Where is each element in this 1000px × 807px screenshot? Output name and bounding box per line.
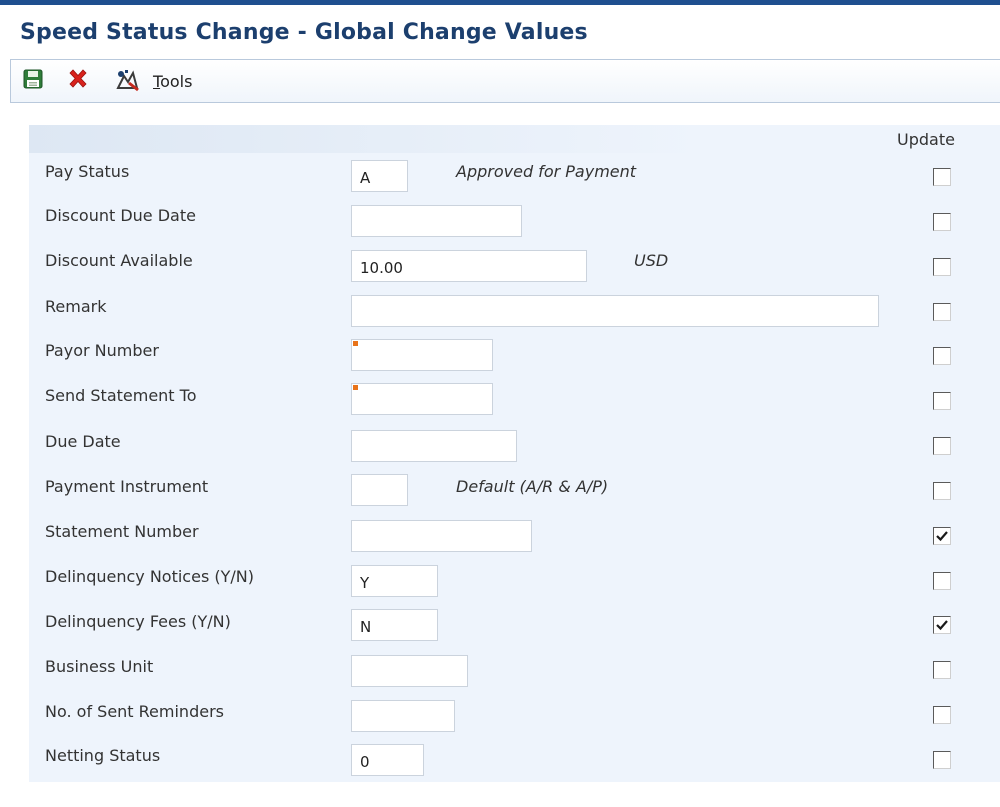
checkmark-icon (936, 531, 948, 542)
discount-due-date-update-checkbox[interactable] (933, 213, 951, 231)
toolbar: Tools (10, 59, 1000, 103)
sent-reminders-label: No. of Sent Reminders (45, 702, 224, 721)
window-top-border (0, 0, 1000, 5)
panel-header-bar (29, 125, 1000, 153)
due-date-update-checkbox[interactable] (933, 437, 951, 455)
delinquency-fees-input[interactable] (351, 609, 438, 641)
payment-instrument-input[interactable] (351, 474, 408, 506)
remark-input[interactable] (351, 295, 879, 327)
pay-status-label: Pay Status (45, 162, 130, 181)
tools-menu[interactable]: Tools (153, 72, 192, 91)
business-unit-label: Business Unit (45, 657, 154, 676)
payor-number-update-checkbox[interactable] (933, 347, 951, 365)
payment-instrument-update-checkbox[interactable] (933, 482, 951, 500)
due-date-label: Due Date (45, 432, 121, 451)
save-icon[interactable] (22, 68, 46, 92)
delinquency-fees-label: Delinquency Fees (Y/N) (45, 612, 231, 631)
pay-status-description: Approved for Payment (456, 162, 637, 181)
cancel-icon[interactable] (67, 68, 91, 92)
payment-instrument-description: Default (A/R & A/P) (456, 477, 609, 496)
payment-instrument-label: Payment Instrument (45, 477, 209, 496)
required-field-marker (353, 385, 358, 390)
discount-due-date-label: Discount Due Date (45, 206, 196, 225)
netting-status-update-checkbox[interactable] (933, 751, 951, 769)
remark-update-checkbox[interactable] (933, 303, 951, 321)
discount-due-date-input[interactable] (351, 205, 522, 237)
payor-number-label: Payor Number (45, 341, 159, 360)
business-unit-input[interactable] (351, 655, 468, 687)
tools-icon[interactable] (115, 68, 139, 92)
pay-status-update-checkbox[interactable] (933, 168, 951, 186)
currency-code-label: USD (634, 251, 669, 270)
due-date-input[interactable] (351, 430, 517, 462)
delinquency-notices-update-checkbox[interactable] (933, 572, 951, 590)
payor-number-input[interactable] (351, 339, 493, 371)
update-column-header: Update (897, 130, 955, 149)
netting-status-input[interactable] (351, 744, 424, 776)
discount-available-input[interactable] (351, 250, 587, 282)
delinquency-notices-label: Delinquency Notices (Y/N) (45, 567, 254, 586)
checkmark-icon (936, 620, 948, 631)
remark-label: Remark (45, 297, 107, 316)
netting-status-label: Netting Status (45, 746, 161, 765)
required-field-marker (353, 341, 358, 346)
send-statement-to-label: Send Statement To (45, 386, 197, 405)
business-unit-update-checkbox[interactable] (933, 661, 951, 679)
send-statement-to-update-checkbox[interactable] (933, 392, 951, 410)
statement-number-label: Statement Number (45, 522, 199, 541)
statement-number-input[interactable] (351, 520, 532, 552)
page-title: Speed Status Change - Global Change Valu… (20, 20, 588, 45)
statement-number-update-checkbox[interactable] (933, 527, 951, 545)
delinquency-fees-update-checkbox[interactable] (933, 616, 951, 634)
discount-available-update-checkbox[interactable] (933, 258, 951, 276)
sent-reminders-input[interactable] (351, 700, 455, 732)
sent-reminders-update-checkbox[interactable] (933, 706, 951, 724)
pay-status-input[interactable] (351, 160, 408, 192)
delinquency-notices-input[interactable] (351, 565, 438, 597)
send-statement-to-input[interactable] (351, 383, 493, 415)
discount-available-label: Discount Available (45, 251, 193, 270)
